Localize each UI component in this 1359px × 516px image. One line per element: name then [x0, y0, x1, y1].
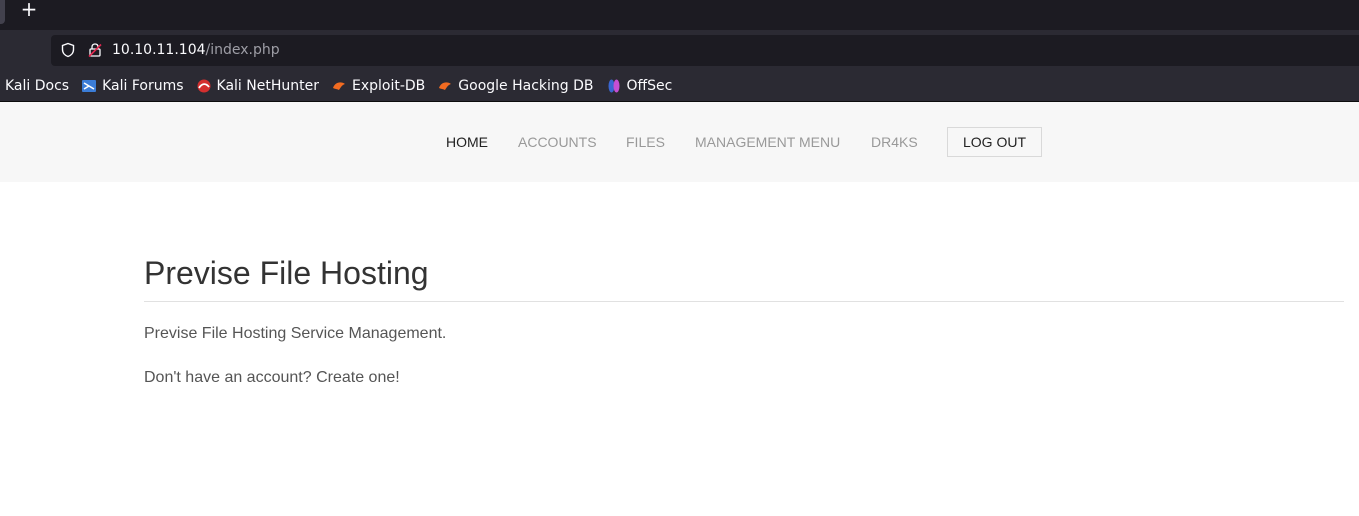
browser-toolbar: 10.10.11.104/index.php [0, 30, 1359, 70]
bookmarks-toolbar: Kali Docs Kali Forums Kali NetHunter Exp… [0, 70, 1359, 102]
logout-button[interactable]: LOG OUT [947, 127, 1042, 157]
offsec-icon [608, 79, 619, 92]
bookmark-label: Kali Docs [5, 77, 70, 94]
bookmark-kali-forums[interactable]: Kali Forums [81, 77, 184, 94]
insecure-lock-icon[interactable] [87, 42, 103, 58]
bookmark-exploit-db[interactable]: Exploit-DB [331, 78, 425, 94]
browser-tab[interactable] [0, 0, 5, 24]
url-text[interactable]: 10.10.11.104/index.php [112, 41, 280, 59]
title-divider [144, 301, 1344, 302]
nav-files[interactable]: FILES [626, 134, 665, 150]
nav-home[interactable]: HOME [446, 134, 488, 150]
exploit-db-icon [332, 81, 345, 90]
bookmark-google-hacking-db[interactable]: Google Hacking DB [437, 77, 594, 94]
bookmark-offsec[interactable]: OffSec [606, 77, 673, 94]
url-path: /index.php [205, 42, 280, 58]
page-title: Previse File Hosting [144, 255, 429, 291]
bookmark-label: Kali NetHunter [216, 77, 319, 94]
kali-nethunter-icon [197, 79, 211, 92]
bookmark-label: OffSec [626, 77, 673, 94]
bookmark-kali-docs[interactable]: Kali Docs [5, 78, 69, 94]
bookmark-label: Kali Forums [102, 77, 184, 94]
nav-management-menu[interactable]: MANAGEMENT MENU [695, 134, 840, 150]
create-account-link[interactable]: Create one! [316, 369, 400, 386]
service-description: Previse File Hosting Service Management. [144, 325, 447, 342]
kali-forums-icon [82, 79, 97, 92]
nav-user[interactable]: DR4KS [871, 134, 918, 150]
url-bar[interactable]: 10.10.11.104/index.php [51, 35, 1359, 66]
signup-prompt-line: Don't have an account? Create one! [144, 368, 400, 388]
ghdb-icon [439, 81, 452, 90]
shield-icon[interactable] [60, 42, 76, 58]
bookmark-label: Google Hacking DB [458, 77, 594, 94]
new-tab-button[interactable]: + [17, 0, 41, 20]
browser-tabstrip: + [0, 0, 1359, 30]
bookmark-label: Exploit-DB [351, 77, 426, 94]
site-navbar: HOME ACCOUNTS FILES MANAGEMENT MENU DR4K… [0, 102, 1359, 182]
bookmark-kali-nethunter[interactable]: Kali NetHunter [196, 78, 319, 94]
signup-prompt: Don't have an account? [144, 369, 312, 386]
nav-accounts[interactable]: ACCOUNTS [518, 134, 597, 150]
url-host: 10.10.11.104 [112, 42, 206, 58]
